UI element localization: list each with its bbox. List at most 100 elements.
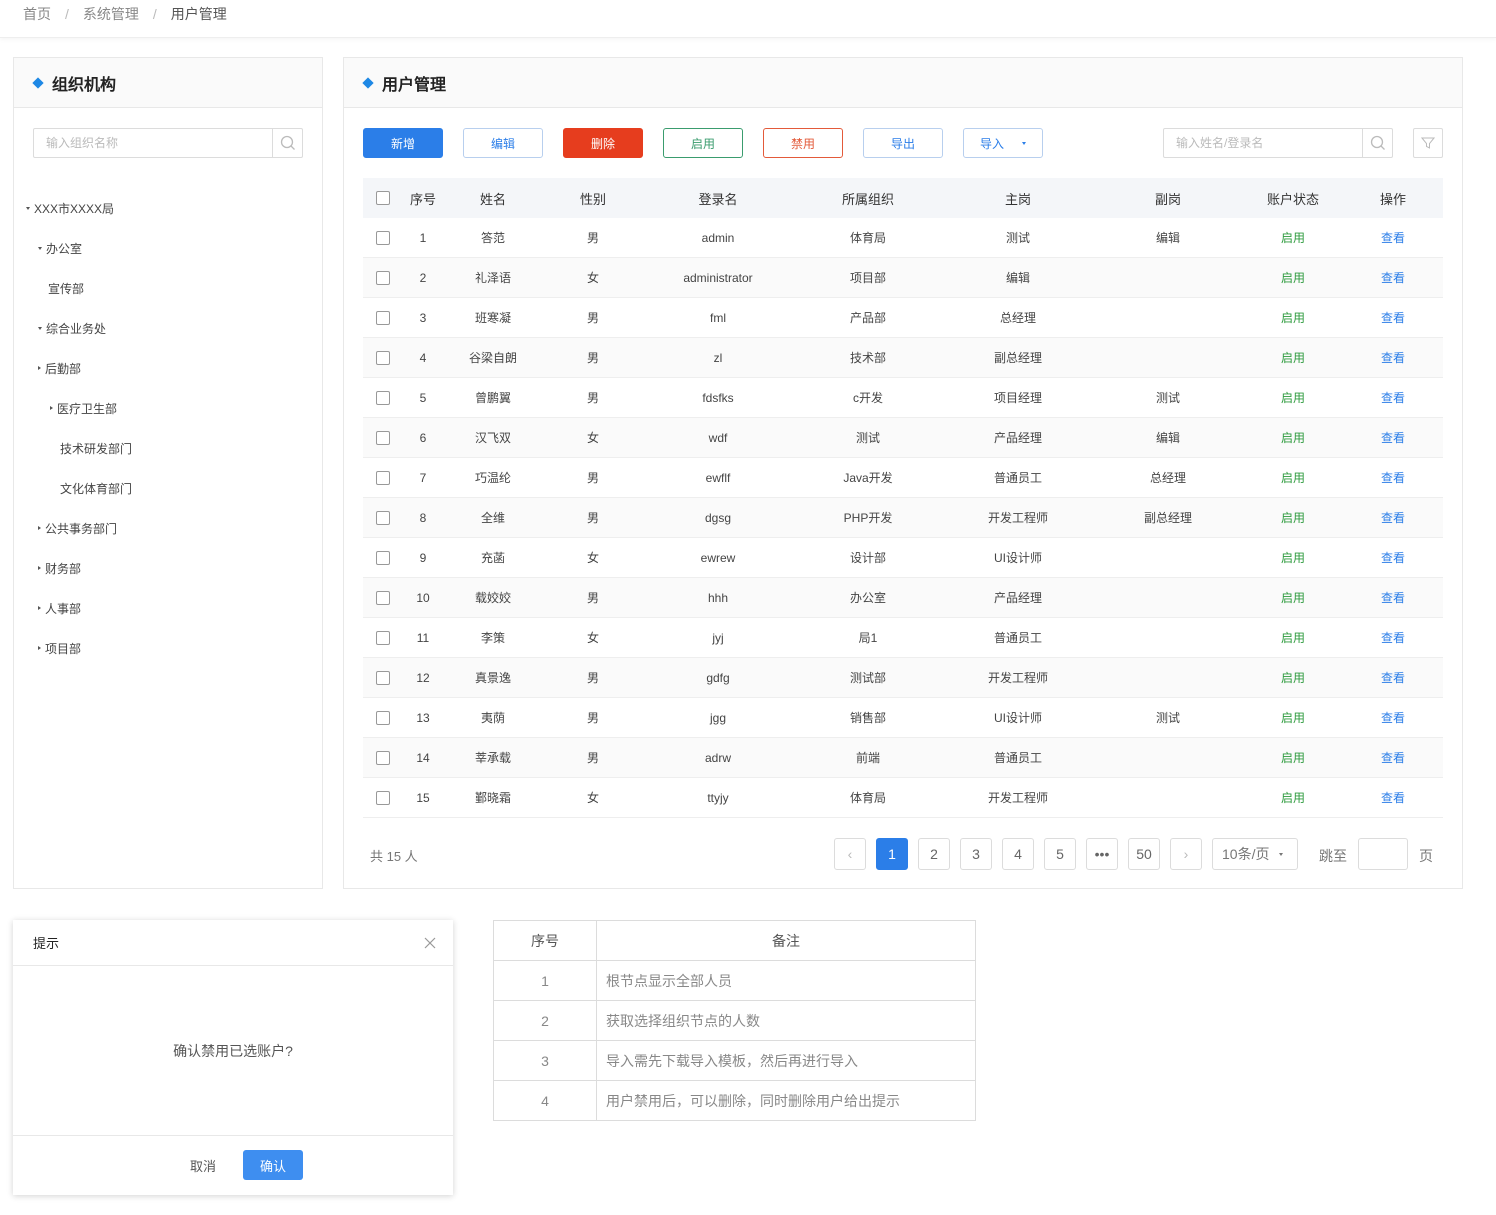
enable-button[interactable]: 启用 bbox=[663, 128, 743, 158]
view-link[interactable]: 查看 bbox=[1343, 429, 1443, 446]
search-icon[interactable] bbox=[1362, 129, 1392, 157]
tree-node[interactable]: 后勤部 bbox=[14, 348, 322, 388]
view-link[interactable]: 查看 bbox=[1343, 629, 1443, 646]
tree-node[interactable]: 文化体育部门 bbox=[14, 468, 322, 508]
row-select-cell bbox=[363, 750, 403, 765]
row-checkbox[interactable] bbox=[376, 510, 390, 525]
page-5[interactable]: 5 bbox=[1044, 838, 1076, 870]
row-checkbox[interactable] bbox=[376, 430, 390, 445]
close-icon[interactable] bbox=[423, 936, 437, 950]
tree-node-label: 项目部 bbox=[45, 641, 82, 656]
caret-down-icon[interactable] bbox=[38, 326, 42, 330]
caret-right-icon[interactable] bbox=[38, 606, 41, 610]
export-button[interactable]: 导出 bbox=[863, 128, 943, 158]
tree-node[interactable]: 宣传部 bbox=[14, 268, 322, 308]
page-size-select[interactable]: 10条/页 bbox=[1212, 838, 1298, 870]
row-checkbox[interactable] bbox=[376, 790, 390, 805]
add-button[interactable]: 新增 bbox=[363, 128, 443, 158]
status-cell: 启用 bbox=[1280, 591, 1305, 605]
view-link[interactable]: 查看 bbox=[1343, 669, 1443, 686]
import-dropdown[interactable]: 导入 bbox=[963, 128, 1043, 158]
tree-node-label: 人事部 bbox=[45, 601, 82, 616]
table-cell: 男 bbox=[586, 711, 599, 725]
page-3[interactable]: 3 bbox=[960, 838, 992, 870]
row-checkbox[interactable] bbox=[376, 550, 390, 565]
view-link[interactable]: 查看 bbox=[1343, 349, 1443, 366]
caret-down-icon[interactable] bbox=[26, 206, 30, 210]
tree-node[interactable]: 项目部 bbox=[14, 628, 322, 668]
table-cell: 9 bbox=[419, 550, 427, 565]
tree-node[interactable]: 技术研发部门 bbox=[14, 428, 322, 468]
row-checkbox[interactable] bbox=[376, 470, 390, 485]
column-header: 登录名 bbox=[698, 191, 738, 207]
caret-right-icon[interactable] bbox=[38, 646, 41, 650]
row-checkbox[interactable] bbox=[376, 710, 390, 725]
table-cell: 夷荫 bbox=[480, 711, 505, 725]
tree-node[interactable]: 人事部 bbox=[14, 588, 322, 628]
view-link[interactable]: 查看 bbox=[1343, 229, 1443, 246]
row-select-cell bbox=[363, 630, 403, 645]
caret-right-icon[interactable] bbox=[38, 366, 41, 370]
org-search-input[interactable] bbox=[34, 129, 272, 157]
view-link[interactable]: 查看 bbox=[1343, 549, 1443, 566]
tree-node[interactable]: XXX市XXXX局 bbox=[14, 188, 322, 228]
view-link[interactable]: 查看 bbox=[1343, 749, 1443, 766]
status-cell: 启用 bbox=[1280, 751, 1305, 765]
search-icon[interactable] bbox=[272, 129, 302, 157]
user-search-box bbox=[1163, 128, 1393, 158]
table-cell: admin bbox=[701, 230, 735, 245]
select-all-checkbox[interactable] bbox=[376, 191, 390, 205]
edit-button[interactable]: 编辑 bbox=[463, 128, 543, 158]
row-checkbox[interactable] bbox=[376, 390, 390, 405]
view-link[interactable]: 查看 bbox=[1343, 789, 1443, 806]
view-link[interactable]: 查看 bbox=[1343, 269, 1443, 286]
next-page-button[interactable]: › bbox=[1170, 838, 1202, 870]
jump-page-input[interactable] bbox=[1358, 838, 1408, 870]
row-checkbox[interactable] bbox=[376, 230, 390, 245]
table-cell: 李策 bbox=[480, 631, 505, 645]
row-checkbox[interactable] bbox=[376, 630, 390, 645]
view-link[interactable]: 查看 bbox=[1343, 709, 1443, 726]
breadcrumb-home[interactable]: 首页 bbox=[23, 4, 51, 24]
tree-node[interactable]: 公共事务部门 bbox=[14, 508, 322, 548]
notes-no-cell: 1 bbox=[493, 960, 597, 1001]
caret-right-icon[interactable] bbox=[50, 406, 53, 410]
user-panel-title: 用户管理 bbox=[382, 76, 447, 94]
view-link[interactable]: 查看 bbox=[1343, 389, 1443, 406]
disable-button[interactable]: 禁用 bbox=[763, 128, 843, 158]
status-cell: 启用 bbox=[1280, 311, 1305, 325]
view-link[interactable]: 查看 bbox=[1343, 509, 1443, 526]
row-checkbox[interactable] bbox=[376, 350, 390, 365]
filter-icon[interactable] bbox=[1413, 128, 1443, 158]
row-select-cell bbox=[363, 470, 403, 485]
delete-button[interactable]: 删除 bbox=[563, 128, 643, 158]
tree-node-label: 宣传部 bbox=[48, 281, 85, 296]
tree-node[interactable]: 综合业务处 bbox=[14, 308, 322, 348]
row-checkbox[interactable] bbox=[376, 670, 390, 685]
page-50[interactable]: 50 bbox=[1128, 838, 1160, 870]
ellipsis-button[interactable]: ••• bbox=[1086, 838, 1118, 870]
table-row: 12 真景逸 男 gdfg 测试部 开发工程师 启用 查看 bbox=[363, 658, 1443, 698]
confirm-button[interactable]: 确认 bbox=[243, 1150, 303, 1180]
caret-right-icon[interactable] bbox=[38, 566, 41, 570]
row-checkbox[interactable] bbox=[376, 590, 390, 605]
page-1[interactable]: 1 bbox=[876, 838, 908, 870]
page-2[interactable]: 2 bbox=[918, 838, 950, 870]
row-checkbox[interactable] bbox=[376, 750, 390, 765]
user-search-input[interactable] bbox=[1164, 129, 1362, 157]
caret-down-icon[interactable] bbox=[38, 246, 42, 250]
page-4[interactable]: 4 bbox=[1002, 838, 1034, 870]
breadcrumb-system[interactable]: 系统管理 bbox=[83, 4, 139, 24]
row-checkbox[interactable] bbox=[376, 270, 390, 285]
tree-node[interactable]: 医疗卫生部 bbox=[14, 388, 322, 428]
row-checkbox[interactable] bbox=[376, 310, 390, 325]
caret-right-icon[interactable] bbox=[38, 526, 41, 530]
prev-page-button[interactable]: ‹ bbox=[834, 838, 866, 870]
table-cell: 设计部 bbox=[849, 551, 886, 565]
view-link[interactable]: 查看 bbox=[1343, 469, 1443, 486]
tree-node[interactable]: 财务部 bbox=[14, 548, 322, 588]
view-link[interactable]: 查看 bbox=[1343, 309, 1443, 326]
view-link[interactable]: 查看 bbox=[1343, 589, 1443, 606]
cancel-button[interactable]: 取消 bbox=[173, 1150, 233, 1180]
tree-node[interactable]: 办公室 bbox=[14, 228, 322, 268]
